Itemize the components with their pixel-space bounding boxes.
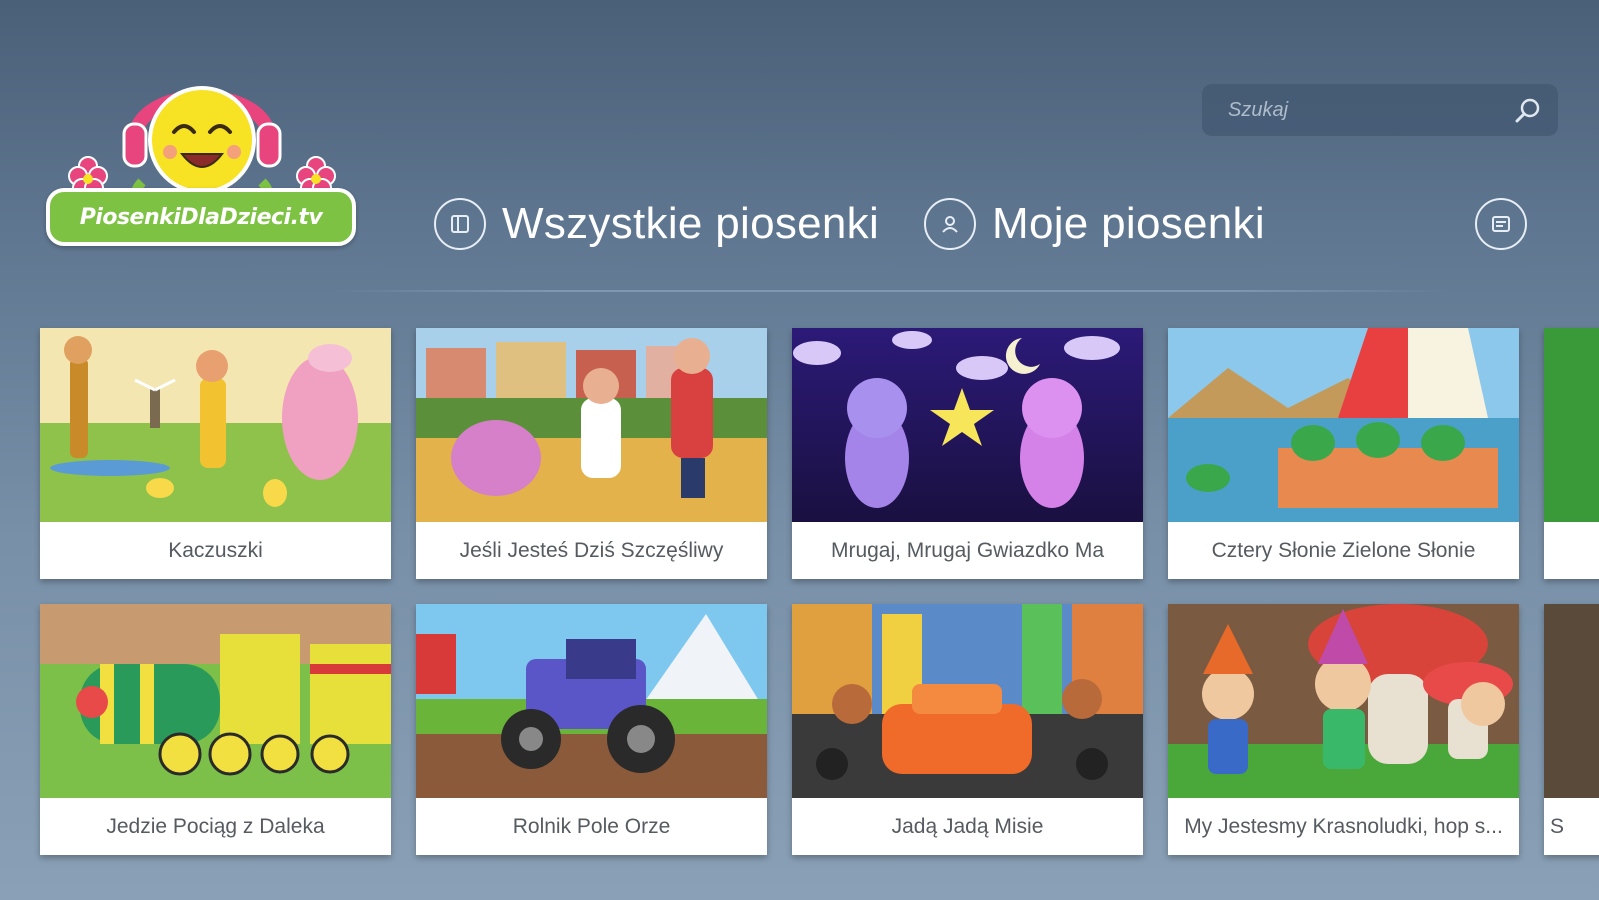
settings-icon[interactable] — [1475, 198, 1527, 250]
logo[interactable]: PiosenkiDlaDzieci.tv — [42, 62, 362, 252]
song-tile[interactable]: Jeśli Jesteś Dziś Szczęśliwy — [416, 328, 767, 579]
tab-all-songs[interactable]: Wszystkie piosenki — [434, 198, 879, 250]
search-icon[interactable] — [1514, 96, 1542, 124]
song-title: Kaczuszki — [168, 538, 263, 562]
song-title: Jeśli Jesteś Dziś Szczęśliwy — [459, 538, 724, 562]
header-divider — [330, 290, 1450, 292]
list-icon — [434, 198, 486, 250]
song-tile[interactable]: Kaczuszki — [40, 328, 391, 579]
tab-my-songs-label: Moje piosenki — [992, 199, 1265, 248]
nav-my-songs[interactable]: Moje piosenki — [924, 196, 1265, 252]
song-thumbnail — [1544, 604, 1599, 798]
app-screen: PiosenkiDlaDzieci.tv Wszystkie piosenki … — [0, 0, 1599, 900]
song-thumbnail — [1544, 328, 1599, 522]
song-thumbnail — [792, 604, 1143, 798]
search-box[interactable] — [1202, 84, 1558, 136]
song-tile[interactable]: Mrugaj, Mrugaj Gwiazdko Ma — [792, 328, 1143, 579]
song-thumbnail — [40, 328, 391, 522]
song-title: Jadą Jadą Misie — [891, 814, 1044, 838]
song-title: Rolnik Pole Orze — [512, 814, 671, 838]
user-icon — [924, 198, 976, 250]
song-title: Jedzie Pociąg z Daleka — [106, 814, 325, 838]
tab-my-songs[interactable]: Moje piosenki — [924, 198, 1265, 250]
song-title — [1544, 522, 1599, 579]
song-tile[interactable]: My Jestesmy Krasnoludki, hop s... — [1168, 604, 1519, 855]
song-tile[interactable]: Rolnik Pole Orze — [416, 604, 767, 855]
song-title: Cztery Słonie Zielone Słonie — [1211, 538, 1476, 562]
nav-settings[interactable] — [1475, 196, 1527, 252]
logo-wordmark: PiosenkiDlaDzieci.tv — [46, 188, 356, 246]
song-tile[interactable]: S — [1544, 604, 1599, 855]
nav-all-songs[interactable]: Wszystkie piosenki — [434, 196, 879, 252]
song-thumbnail — [1168, 604, 1519, 798]
song-thumbnail — [416, 328, 767, 522]
song-thumbnail — [416, 604, 767, 798]
song-tile[interactable]: Jedzie Pociąg z Daleka — [40, 604, 391, 855]
song-thumbnail — [792, 328, 1143, 522]
song-thumbnail — [1168, 328, 1519, 522]
search-input[interactable] — [1226, 97, 1514, 123]
song-tile[interactable]: Cztery Słonie Zielone Słonie — [1168, 328, 1519, 579]
logo-mascot-icon — [68, 86, 336, 202]
song-title: My Jestesmy Krasnoludki, hop s... — [1184, 814, 1503, 838]
song-tile[interactable] — [1544, 328, 1599, 579]
song-thumbnail — [40, 604, 391, 798]
song-title: Mrugaj, Mrugaj Gwiazdko Ma — [830, 538, 1105, 562]
song-tile[interactable]: Jadą Jadą Misie — [792, 604, 1143, 855]
song-title: S — [1550, 814, 1565, 838]
tab-all-songs-label: Wszystkie piosenki — [502, 199, 880, 248]
